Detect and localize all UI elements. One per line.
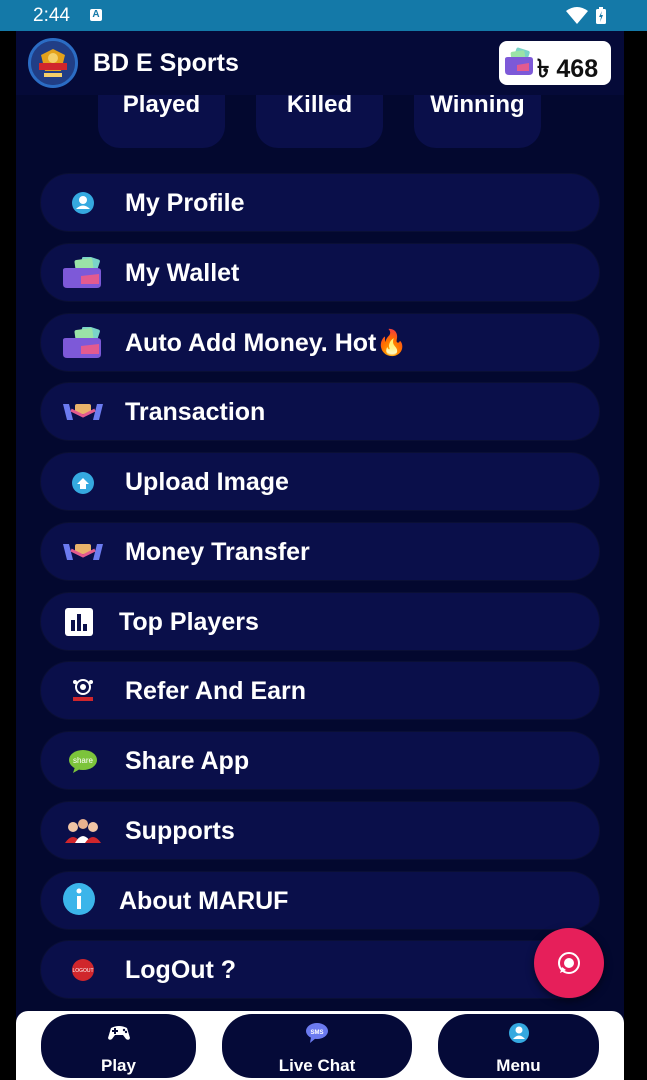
sms-icon-text: SMS [310, 1030, 323, 1036]
wifi-icon [566, 7, 588, 24]
stat-winning-label: Winning [430, 91, 525, 118]
whatsapp-button[interactable] [534, 928, 604, 998]
menu-item-refer-and-earn[interactable]: Refer And Earn [41, 662, 599, 719]
menu-item-label: My Wallet [125, 259, 240, 287]
bottom-navigation: Play SMS Live Chat Menu [16, 1011, 624, 1080]
balance-badge[interactable]: ৳ 468 [499, 41, 611, 85]
menu-item-my-profile[interactable]: My Profile [41, 174, 599, 231]
menu-item-label: LogOut ? [125, 956, 237, 984]
menu-item-upload-image[interactable]: Upload Image [41, 453, 599, 510]
share-icon-text: share [73, 756, 94, 765]
support-icon [65, 819, 101, 843]
info-icon [63, 883, 95, 915]
menu-item-transaction[interactable]: Transaction [41, 383, 599, 440]
nav-menu-label: Menu [496, 1056, 541, 1075]
menu-item-share-app[interactable]: share Share App [41, 732, 599, 789]
nav-live-chat-label: Live Chat [278, 1056, 356, 1075]
menu-item-my-wallet[interactable]: My Wallet [41, 244, 599, 301]
menu-item-label: Top Players [119, 608, 259, 636]
balance-amount: ৳ 468 [537, 55, 599, 83]
bar-chart-icon [65, 608, 93, 636]
share-icon: share [69, 750, 97, 773]
menu-item-about-maruf[interactable]: About MARUF [41, 872, 599, 929]
wallet-icon [505, 47, 533, 75]
menu-user-icon [508, 1023, 529, 1043]
wallet-icon [63, 327, 101, 358]
menu-item-label: Share App [125, 747, 250, 775]
menu-item-logout[interactable]: LOGOUT LogOut ? [41, 941, 599, 998]
wallet-icon [63, 257, 101, 288]
menu-item-label: Upload Image [125, 468, 289, 496]
nav-play-label: Play [101, 1056, 136, 1075]
app-screen: BD E Sports ৳ 468 Played Killed Winning … [16, 31, 624, 1080]
esports-logo-icon [28, 38, 78, 88]
logout-icon-text: LOGOUT [72, 968, 93, 974]
whatsapp-icon [558, 952, 580, 974]
sms-chat-icon: SMS [306, 1023, 328, 1043]
nav-play[interactable]: Play [41, 1014, 196, 1078]
stat-played-label: Played [122, 91, 201, 118]
status-time: 2:44 [33, 5, 70, 26]
menu-item-label: Supports [125, 817, 235, 845]
menu-item-top-players[interactable]: Top Players [41, 593, 599, 650]
menu-item-auto-add-money[interactable]: Auto Add Money. Hot🔥 [41, 314, 599, 371]
notification-a-icon: A [90, 9, 102, 21]
menu-item-label: My Profile [125, 189, 245, 217]
upload-icon [72, 472, 94, 494]
menu-item-label: Money Transfer [125, 538, 310, 566]
logout-icon: LOGOUT [72, 959, 94, 981]
app-bar: BD E Sports ৳ 468 [16, 31, 624, 95]
menu-item-label: Transaction [125, 398, 266, 426]
gamepad-icon [107, 1026, 130, 1040]
menu-item-label: Auto Add Money. Hot🔥 [125, 329, 408, 357]
transaction-icon [63, 404, 103, 420]
refer-icon [73, 679, 93, 701]
profile-icon [72, 192, 94, 214]
menu-item-supports[interactable]: Supports [41, 802, 599, 859]
status-bar: 2:44 A [0, 0, 647, 31]
menu-item-money-transfer[interactable]: Money Transfer [41, 523, 599, 580]
money-transfer-icon [63, 544, 103, 560]
battery-icon [596, 7, 606, 24]
menu-item-label: About MARUF [119, 887, 289, 915]
menu-item-label: Refer And Earn [125, 677, 307, 705]
nav-live-chat[interactable]: SMS Live Chat [222, 1014, 412, 1078]
stat-killed-label: Killed [286, 91, 353, 118]
app-title: BD E Sports [93, 49, 239, 77]
nav-menu[interactable]: Menu [438, 1014, 599, 1078]
